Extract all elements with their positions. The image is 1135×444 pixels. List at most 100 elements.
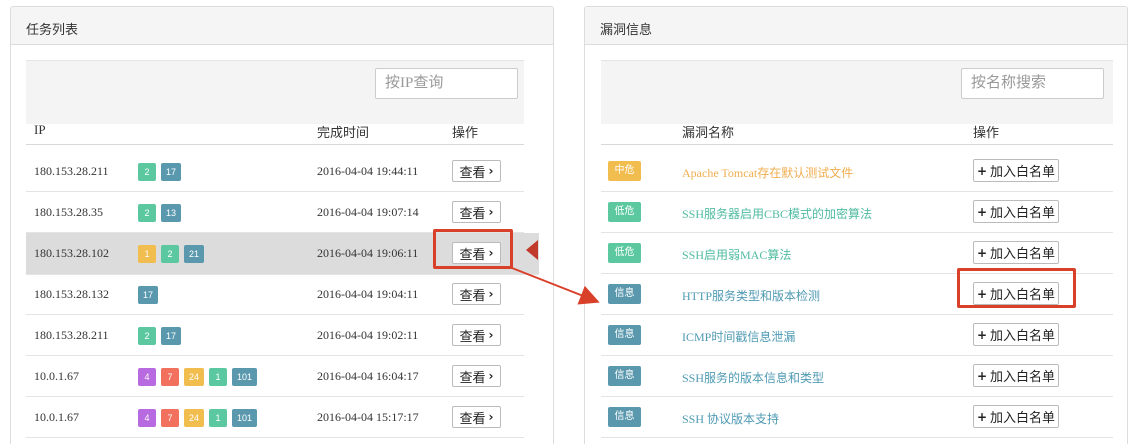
add-whitelist-label: 加入白名单 bbox=[990, 369, 1056, 384]
view-button-label: 查看 bbox=[459, 164, 486, 180]
severity-badges: 4 7 24 1 101 bbox=[138, 409, 258, 427]
vuln-info-panel: 漏洞信息 漏洞名称 操作 中危Apache Tomcat存在默认测试文件+加入白… bbox=[584, 6, 1128, 444]
severity-badges: 2 17 bbox=[138, 163, 182, 181]
task-finish-time: 2016-04-04 15:17:17 bbox=[317, 410, 419, 424]
vuln-name-link[interactable]: SSH 协议版本支持 bbox=[682, 410, 779, 427]
task-ip: 180.153.28.211 bbox=[34, 328, 109, 342]
task-row[interactable]: 10.0.1.67 4 7 24 1 101 2016-04-04 16:04:17 查看 › bbox=[26, 356, 524, 397]
severity-count-badge: 21 bbox=[184, 245, 205, 263]
task-row[interactable]: 180.153.28.35 2 13 2016-04-04 19:07:14 查看 › bbox=[26, 192, 524, 233]
severity-badges: 17 bbox=[138, 286, 159, 304]
vuln-name-link[interactable]: Apache Tomcat存在默认测试文件 bbox=[682, 164, 853, 181]
chevron-right-icon: › bbox=[488, 410, 494, 424]
add-whitelist-button[interactable]: + 加入白名单 bbox=[973, 323, 1059, 346]
severity-level-badge: 低危 bbox=[608, 243, 641, 263]
severity-badges: 1 2 21 bbox=[138, 245, 205, 263]
chevron-right-icon: › bbox=[488, 164, 494, 178]
task-row[interactable]: 10.0.1.67 4 7 24 1 101 2016-04-04 15:17:17 查看 › bbox=[26, 397, 524, 438]
view-button-label: 查看 bbox=[459, 287, 486, 303]
severity-count-badge: 7 bbox=[161, 409, 179, 427]
task-ip: 10.0.1.67 bbox=[34, 369, 79, 383]
view-button[interactable]: 查看 › bbox=[452, 365, 501, 387]
task-ip: 10.0.1.67 bbox=[34, 410, 79, 424]
chevron-right-icon: › bbox=[488, 205, 494, 219]
task-finish-time: 2016-04-04 16:04:17 bbox=[317, 369, 419, 383]
severity-count-badge: 2 bbox=[138, 204, 156, 222]
task-row[interactable]: 180.153.28.132 17 2016-04-04 19:04:11 查看 › bbox=[26, 274, 524, 315]
task-finish-time: 2016-04-04 19:06:11 bbox=[317, 246, 419, 260]
severity-count-badge: 24 bbox=[184, 409, 205, 427]
severity-count-badge: 2 bbox=[138, 163, 156, 181]
add-whitelist-button[interactable]: + 加入白名单 bbox=[973, 200, 1059, 223]
severity-count-badge: 101 bbox=[232, 368, 258, 386]
view-button-label: 查看 bbox=[459, 369, 486, 385]
add-whitelist-button[interactable]: + 加入白名单 bbox=[973, 159, 1059, 182]
plus-icon: + bbox=[976, 245, 988, 260]
column-vuln-action: 操作 bbox=[973, 125, 1000, 140]
selected-row-pointer-icon bbox=[526, 240, 538, 260]
vuln-row: 低危 SSH服务器启用CBC模式的加密算法 + 加入白名单 bbox=[601, 192, 1113, 233]
view-button[interactable]: 查看 › bbox=[452, 201, 501, 223]
severity-count-badge: 2 bbox=[138, 327, 156, 345]
whitelist-button-highlight bbox=[957, 268, 1076, 308]
view-button-highlight bbox=[433, 229, 513, 269]
plus-icon: + bbox=[976, 409, 988, 424]
view-button[interactable]: 查看 › bbox=[452, 324, 501, 346]
chevron-right-icon: › bbox=[488, 328, 494, 342]
task-row[interactable]: 180.153.28.211 2 17 2016-04-04 19:02:11 查看 › bbox=[26, 315, 524, 356]
ip-search-input[interactable] bbox=[375, 68, 518, 99]
severity-count-badge: 1 bbox=[209, 368, 228, 386]
add-whitelist-label: 加入白名单 bbox=[990, 410, 1056, 425]
vuln-info-title: 漏洞信息 bbox=[585, 7, 1127, 45]
add-whitelist-button[interactable]: + 加入白名单 bbox=[973, 405, 1059, 428]
plus-icon: + bbox=[976, 368, 988, 383]
view-button-label: 查看 bbox=[459, 205, 486, 221]
severity-badges: 2 13 bbox=[138, 204, 182, 222]
task-finish-time: 2016-04-04 19:02:11 bbox=[317, 328, 419, 342]
view-button-label: 查看 bbox=[459, 410, 486, 426]
vuln-name-link[interactable]: ICMP时间戳信息泄漏 bbox=[682, 328, 795, 345]
severity-count-badge: 4 bbox=[138, 368, 156, 386]
severity-level-badge: 低危 bbox=[608, 202, 641, 222]
severity-count-badge: 24 bbox=[184, 368, 205, 386]
task-row[interactable]: 180.153.28.211 2 17 2016-04-04 19:44:11 查看 › bbox=[26, 151, 524, 192]
column-vuln-name: 漏洞名称 bbox=[682, 125, 735, 140]
severity-count-badge: 17 bbox=[161, 327, 182, 345]
task-ip: 180.153.28.102 bbox=[34, 246, 109, 260]
task-finish-time: 2016-04-04 19:07:14 bbox=[317, 205, 419, 219]
plus-icon: + bbox=[976, 163, 988, 178]
column-action: 操作 bbox=[452, 125, 479, 140]
task-list-panel: 任务列表 IP 完成时间 操作 180.153.28.2112172016-04… bbox=[10, 6, 554, 444]
add-whitelist-button[interactable]: + 加入白名单 bbox=[973, 241, 1059, 264]
severity-badges: 2 17 bbox=[138, 327, 182, 345]
vuln-name-link[interactable]: SSH服务的版本信息和类型 bbox=[682, 369, 824, 386]
severity-badges: 4 7 24 1 101 bbox=[138, 368, 258, 386]
vuln-name-link[interactable]: SSH服务器启用CBC模式的加密算法 bbox=[682, 205, 872, 222]
plus-icon: + bbox=[976, 327, 988, 342]
add-whitelist-label: 加入白名单 bbox=[990, 164, 1056, 179]
task-ip: 180.153.28.132 bbox=[34, 287, 109, 301]
vuln-name-link[interactable]: HTTP服务类型和版本检测 bbox=[682, 287, 820, 304]
severity-count-badge: 17 bbox=[138, 286, 159, 304]
add-whitelist-button[interactable]: + 加入白名单 bbox=[973, 364, 1059, 387]
vuln-row: 信息 SSH 协议版本支持 + 加入白名单 bbox=[601, 397, 1113, 438]
severity-level-badge: 信息 bbox=[608, 325, 641, 345]
view-button[interactable]: 查看 › bbox=[452, 406, 501, 428]
view-button[interactable]: 查看 › bbox=[452, 160, 501, 182]
view-button[interactable]: 查看 › bbox=[452, 283, 501, 305]
task-finish-time: 2016-04-04 19:04:11 bbox=[317, 287, 419, 301]
task-list-title: 任务列表 bbox=[11, 7, 553, 45]
vuln-name-link[interactable]: SSH启用弱MAC算法 bbox=[682, 246, 791, 263]
severity-count-badge: 1 bbox=[209, 409, 228, 427]
chevron-right-icon: › bbox=[488, 287, 494, 301]
severity-level-badge: 中危 bbox=[608, 161, 641, 181]
plus-icon: + bbox=[976, 204, 988, 219]
severity-count-badge: 101 bbox=[232, 409, 258, 427]
vuln-table-header: 漏洞名称 操作 bbox=[601, 110, 1113, 145]
add-whitelist-label: 加入白名单 bbox=[990, 205, 1056, 220]
chevron-right-icon: › bbox=[488, 369, 494, 383]
name-search-input[interactable] bbox=[961, 68, 1104, 99]
column-finish-time: 完成时间 bbox=[317, 125, 370, 140]
view-button-label: 查看 bbox=[459, 328, 486, 344]
severity-count-badge: 2 bbox=[161, 245, 179, 263]
